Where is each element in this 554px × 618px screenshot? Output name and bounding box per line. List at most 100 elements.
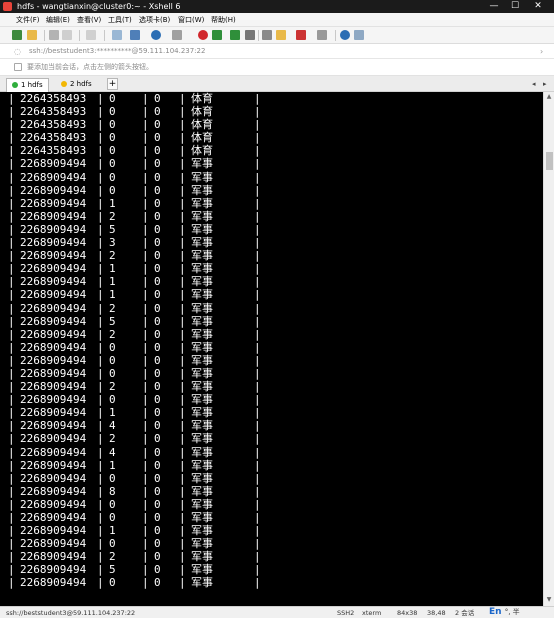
cell-count-a: 0 — [109, 170, 116, 184]
column-separator: | — [254, 183, 261, 197]
tab-prev-icon[interactable]: ◂ — [532, 79, 536, 90]
transfer-icon[interactable] — [212, 30, 222, 40]
reconnect-icon[interactable] — [49, 30, 59, 40]
menu-tabs[interactable]: 选项卡(B) — [139, 14, 170, 26]
toolbar-separator — [44, 30, 45, 41]
ime-indicator[interactable]: En °, 半 — [489, 607, 520, 618]
cell-category: 军事 — [191, 327, 213, 341]
bookmark-icon[interactable] — [14, 63, 22, 71]
cell-id: 2264358493 — [20, 105, 87, 119]
minimize-button[interactable]: — — [485, 0, 503, 13]
cell-count-b: 0 — [154, 157, 161, 171]
terminal-scrollbar[interactable]: ▲ ▼ — [543, 92, 554, 606]
font-icon[interactable] — [172, 30, 182, 40]
open-folder-icon[interactable] — [27, 30, 37, 40]
scroll-up-icon[interactable]: ▲ — [544, 92, 554, 102]
compose-icon[interactable] — [296, 30, 306, 40]
cell-id: 2268909494 — [20, 537, 87, 551]
menu-help[interactable]: 帮助(H) — [211, 14, 236, 26]
hint-bar: 要添加当前会话，点击左侧的箭头按钮。 — [0, 59, 554, 76]
cell-category: 军事 — [191, 445, 213, 459]
column-separator: | — [142, 497, 149, 511]
column-separator: | — [97, 511, 104, 524]
column-separator: | — [8, 353, 15, 367]
find-icon[interactable] — [112, 30, 122, 40]
column-separator: | — [8, 301, 15, 315]
column-separator: | — [8, 262, 15, 276]
status-connection: ssh://beststudent3@59.111.104.237:22 — [6, 609, 136, 617]
column-separator: | — [179, 196, 186, 210]
script-icon[interactable] — [276, 30, 286, 40]
copy-icon[interactable] — [86, 30, 96, 40]
cell-count-b: 0 — [154, 118, 161, 132]
column-separator: | — [254, 314, 261, 328]
terminal-output[interactable]: | 2264358493 | 0 | 0 | 体育 | | 2264358493 | 0 | 0 | 体育 | | 2… — [0, 92, 543, 606]
column-separator: | — [8, 236, 15, 250]
terminal-row: | 2268909494 | 3 | 0 | 军事 | — [0, 236, 543, 249]
menu-window[interactable]: 窗口(W) — [178, 14, 204, 26]
tab-session-1[interactable]: 1 hdfs — [6, 78, 49, 92]
cell-category: 军事 — [191, 301, 213, 315]
cell-id: 2268909494 — [20, 314, 87, 328]
column-separator: | — [142, 183, 149, 197]
column-separator: | — [8, 419, 15, 433]
new-session-icon[interactable] — [12, 30, 22, 40]
menu-edit[interactable]: 编辑(E) — [46, 14, 70, 26]
column-separator: | — [97, 262, 104, 276]
disconnect-icon[interactable] — [62, 30, 72, 40]
cell-count-a: 1 — [109, 524, 116, 538]
scroll-down-icon[interactable]: ▼ — [544, 595, 554, 605]
address-lock-icon: ◌ — [14, 47, 21, 56]
xftp-icon[interactable] — [198, 30, 208, 40]
column-separator: | — [179, 131, 186, 145]
column-separator: | — [97, 471, 104, 485]
lock-icon[interactable] — [245, 30, 255, 40]
column-separator: | — [97, 393, 104, 407]
terminal-row: | 2268909494 | 0 | 0 | 军事 | — [0, 367, 543, 380]
add-tab-button[interactable]: + — [107, 78, 118, 90]
help-icon[interactable] — [340, 30, 350, 40]
cell-id: 2268909494 — [20, 550, 87, 564]
address-go-icon[interactable]: › — [540, 46, 543, 57]
column-separator: | — [8, 118, 15, 132]
column-separator: | — [142, 144, 149, 158]
scroll-thumb[interactable] — [546, 152, 553, 170]
address-field[interactable]: ssh://beststudent3:**********@59.111.104… — [29, 46, 205, 57]
chat-icon[interactable] — [354, 30, 364, 40]
cell-count-b: 0 — [154, 288, 161, 302]
properties-icon[interactable] — [130, 30, 140, 40]
tab-next-icon[interactable]: ▸ — [543, 79, 547, 90]
fullscreen-icon[interactable] — [230, 30, 240, 40]
column-separator: | — [142, 118, 149, 132]
terminal-row: | 2268909494 | 5 | 0 | 军事 | — [0, 223, 543, 236]
column-separator: | — [142, 301, 149, 315]
terminal-row: | 2268909494 | 0 | 0 | 军事 | — [0, 157, 543, 170]
column-separator: | — [142, 170, 149, 184]
column-separator: | — [254, 380, 261, 394]
terminal-row: | 2268909494 | 0 | 0 | 军事 | — [0, 171, 543, 184]
cell-id: 2268909494 — [20, 445, 87, 459]
cell-category: 军事 — [191, 380, 213, 394]
layout-icon[interactable] — [317, 30, 327, 40]
tab-session-2[interactable]: 2 hdfs — [56, 78, 97, 92]
terminal-row: | 2268909494 | 5 | 0 | 军事 | — [0, 315, 543, 328]
column-separator: | — [97, 183, 104, 197]
column-separator: | — [8, 327, 15, 341]
cell-count-a: 8 — [109, 484, 116, 498]
menu-view[interactable]: 查看(V) — [77, 14, 101, 26]
menu-file[interactable]: 文件(F) — [16, 14, 40, 26]
globe-icon[interactable] — [151, 30, 161, 40]
column-separator: | — [142, 314, 149, 328]
terminal-row: | 2268909494 | 1 | 0 | 军事 | — [0, 459, 543, 472]
column-separator: | — [8, 366, 15, 380]
column-separator: | — [97, 118, 104, 132]
column-separator: | — [97, 576, 104, 590]
cell-count-b: 0 — [154, 131, 161, 145]
column-separator: | — [179, 484, 186, 498]
maximize-button[interactable]: ☐ — [506, 0, 524, 13]
column-separator: | — [97, 131, 104, 145]
close-button[interactable]: ✕ — [529, 0, 547, 13]
menu-tools[interactable]: 工具(T) — [108, 14, 132, 26]
keyboard-icon[interactable] — [262, 30, 272, 40]
column-separator: | — [179, 563, 186, 577]
